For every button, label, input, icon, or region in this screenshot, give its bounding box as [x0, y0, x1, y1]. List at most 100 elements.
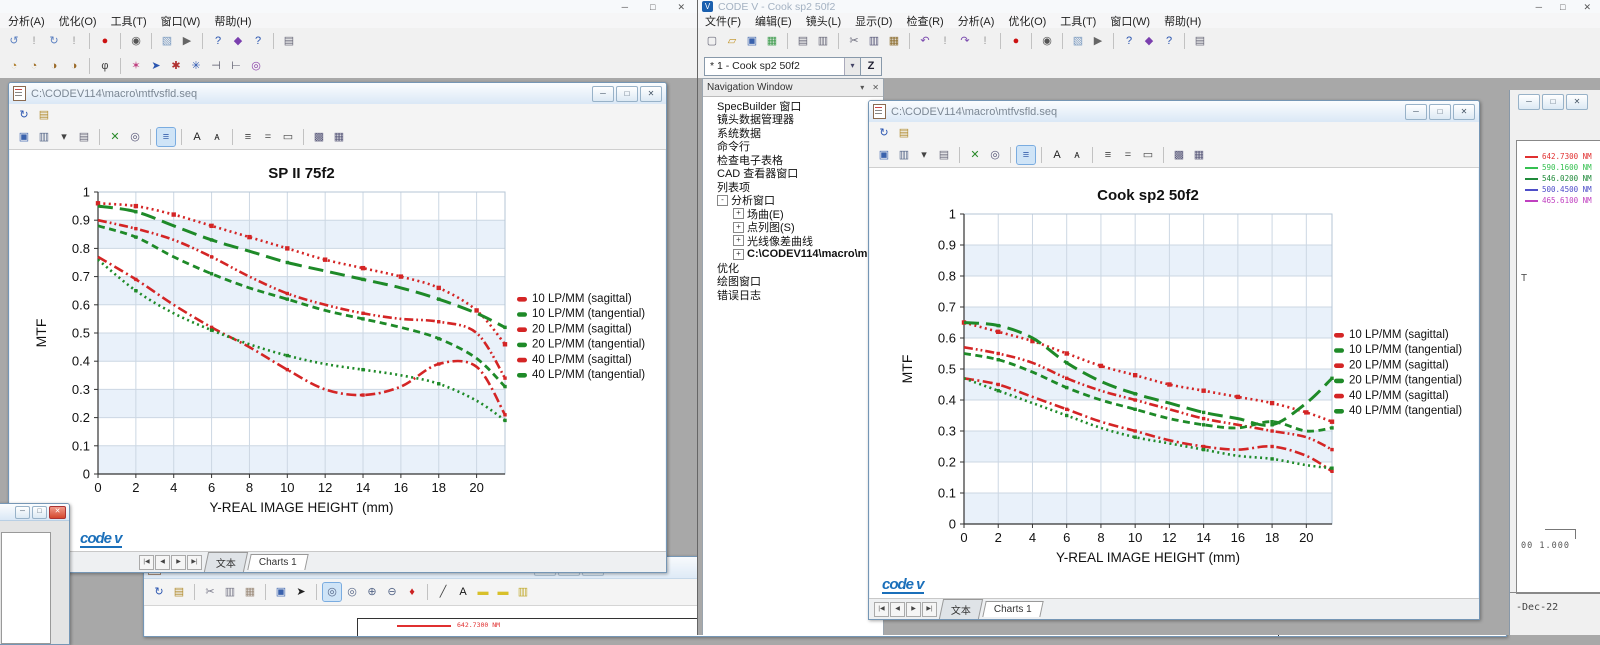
autodesign-icon[interactable]: ◉ — [127, 32, 145, 50]
highlight-icon[interactable]: ▬ — [494, 583, 512, 601]
line-thick-icon[interactable]: ≡ — [1099, 146, 1117, 164]
undo-icon[interactable]: ↺ — [5, 32, 23, 50]
menu-item[interactable]: 文件(F) — [698, 13, 748, 29]
fieldcurve-icon[interactable]: ➤ — [147, 57, 165, 75]
layout-icon[interactable]: ▦ — [330, 128, 348, 146]
new-icon[interactable]: ▢ — [703, 32, 721, 50]
print-preview-icon[interactable]: ▥ — [814, 32, 832, 50]
close-button[interactable]: ✕ — [1583, 2, 1591, 12]
menu-item[interactable]: 分析(A) — [951, 13, 1002, 29]
import-icon[interactable]: ▤ — [895, 124, 913, 142]
menu-item[interactable]: 优化(O) — [1001, 13, 1053, 29]
stop-icon[interactable]: ● — [96, 32, 114, 50]
paste-icon[interactable]: ▦ — [885, 32, 903, 50]
close-button[interactable]: ✕ — [640, 86, 662, 102]
psf-icon[interactable]: ✳ — [187, 57, 205, 75]
pointer-icon[interactable]: ➤ — [292, 583, 310, 601]
cut-icon[interactable]: ✂ — [201, 583, 219, 601]
rayfan2-icon[interactable]: ⊢ — [227, 57, 245, 75]
background-analysis-window[interactable]: ─ □ ✕ 642.7300 NM590.1600 NM546.0200 NM5… — [1509, 90, 1600, 635]
minimize-button[interactable]: ─ — [592, 86, 614, 102]
chevron-down-icon[interactable]: ▾ — [844, 58, 860, 75]
save-all-icon[interactable]: ▦ — [763, 32, 781, 50]
zoom-icon[interactable]: ◎ — [986, 146, 1004, 164]
save-icon[interactable]: ▣ — [743, 32, 761, 50]
refresh-icon[interactable]: ↻ — [150, 583, 168, 601]
zoom-select-icon[interactable]: ◎ — [343, 583, 361, 601]
cut-icon[interactable]: ✂ — [845, 32, 863, 50]
redo-icon[interactable]: ↷ — [956, 32, 974, 50]
tab-last-button[interactable]: ▶| — [187, 555, 202, 570]
tab-prev-button[interactable]: ◀ — [890, 602, 905, 617]
line-thick-icon[interactable]: ≡ — [239, 128, 257, 146]
view-xz-icon[interactable]: ◔ — [25, 57, 43, 75]
zoom-icon[interactable]: ◎ — [126, 128, 144, 146]
eraser-icon[interactable]: ▬ — [474, 583, 492, 601]
zoom-in-icon[interactable]: ⊕ — [363, 583, 381, 601]
header-icon[interactable]: ▩ — [310, 128, 328, 146]
expand-icon[interactable]: + — [733, 249, 744, 260]
refresh-icon[interactable]: ↻ — [15, 106, 33, 124]
render-icon[interactable]: ▶ — [178, 32, 196, 50]
tab-next-button[interactable]: ▶ — [171, 555, 186, 570]
tab-next-button[interactable]: ▶ — [906, 602, 921, 617]
list-icon[interactable]: ≡ — [157, 128, 175, 146]
print-icon[interactable]: ▤ — [794, 32, 812, 50]
lock-icon[interactable]: ▥ — [514, 583, 532, 601]
chart-window-titlebar[interactable]: C:\CODEV114\macro\mtfvsfld.seq ─ □ ✕ — [9, 83, 666, 105]
expand-icon[interactable]: + — [733, 208, 744, 219]
maximize-button[interactable]: □ — [1560, 2, 1565, 12]
whatsthis-icon[interactable]: ? — [249, 32, 267, 50]
mtf-icon[interactable]: ✱ — [167, 57, 185, 75]
close-button[interactable]: ✕ — [677, 2, 685, 12]
menu-item[interactable]: 优化(O) — [52, 13, 104, 29]
collapse-icon[interactable]: - — [717, 195, 728, 206]
infolite-icon[interactable]: ◆ — [1140, 32, 1158, 50]
expand-icon[interactable]: + — [733, 235, 744, 246]
lens-icon[interactable]: φ — [96, 57, 114, 75]
font-decrease-icon[interactable]: ᴀ — [1068, 146, 1086, 164]
maximize-button[interactable]: □ — [650, 2, 655, 12]
tree-item[interactable]: +光线像差曲线 — [703, 234, 883, 248]
font-decrease-icon[interactable]: ᴀ — [208, 128, 226, 146]
menu-item[interactable]: 帮助(H) — [1157, 13, 1208, 29]
infolite-icon[interactable]: ◆ — [229, 32, 247, 50]
copy-drop-icon[interactable]: ▾ — [55, 128, 73, 146]
close-icon[interactable]: ✕ — [868, 83, 883, 92]
minimize-button[interactable]: ─ — [15, 506, 30, 519]
tab-first-button[interactable]: |◀ — [139, 555, 154, 570]
copy-icon[interactable]: ▥ — [221, 583, 239, 601]
small-corner-window[interactable]: ─ □ ✕ — [0, 503, 70, 645]
font-increase-icon[interactable]: A — [1048, 146, 1066, 164]
text-icon[interactable]: A — [454, 583, 472, 601]
line-thin-icon[interactable]: = — [259, 128, 277, 146]
small-window-titlebar[interactable]: ─ □ ✕ — [0, 504, 69, 521]
copy-icon[interactable]: ▥ — [35, 128, 53, 146]
expand-icon[interactable]: + — [733, 222, 744, 233]
import-icon[interactable]: ▤ — [170, 583, 188, 601]
autodesign-icon[interactable]: ◉ — [1038, 32, 1056, 50]
image-icon[interactable]: ▧ — [1069, 32, 1087, 50]
redo-more-icon[interactable]: ! — [976, 32, 994, 50]
menu-item[interactable]: 工具(T) — [1053, 13, 1103, 29]
minimize-button[interactable]: ─ — [622, 2, 628, 12]
undo-more-icon[interactable]: ! — [25, 32, 43, 50]
left-mtf-chart-window[interactable]: C:\CODEV114\macro\mtfvsfld.seq ─ □ ✕ ↻▤ … — [8, 82, 667, 573]
refresh-icon[interactable]: ↻ — [875, 124, 893, 142]
tab-text[interactable]: 文本 — [939, 599, 983, 619]
menu-item[interactable]: 分析(A) — [1, 13, 52, 29]
copy-icon[interactable]: ▥ — [865, 32, 883, 50]
menu-item[interactable]: 显示(D) — [848, 13, 899, 29]
tab-last-button[interactable]: ▶| — [922, 602, 937, 617]
whatsthis-icon[interactable]: ? — [1160, 32, 1178, 50]
rayfan-icon[interactable]: ⊣ — [207, 57, 225, 75]
right-mtf-chart-window[interactable]: C:\CODEV114\macro\mtfvsfld.seq ─ □ ✕ ↻▤ … — [868, 100, 1480, 620]
panel-icon[interactable]: ▤ — [1191, 32, 1209, 50]
help-icon[interactable]: ? — [209, 32, 227, 50]
spot-diagram-icon[interactable]: ✶ — [127, 57, 145, 75]
line-thin-icon[interactable]: = — [1119, 146, 1137, 164]
pin-icon[interactable]: ♦ — [403, 583, 421, 601]
restore-button[interactable]: □ — [616, 86, 638, 102]
copy-icon[interactable]: ▥ — [895, 146, 913, 164]
frame-icon[interactable]: ▭ — [1139, 146, 1157, 164]
